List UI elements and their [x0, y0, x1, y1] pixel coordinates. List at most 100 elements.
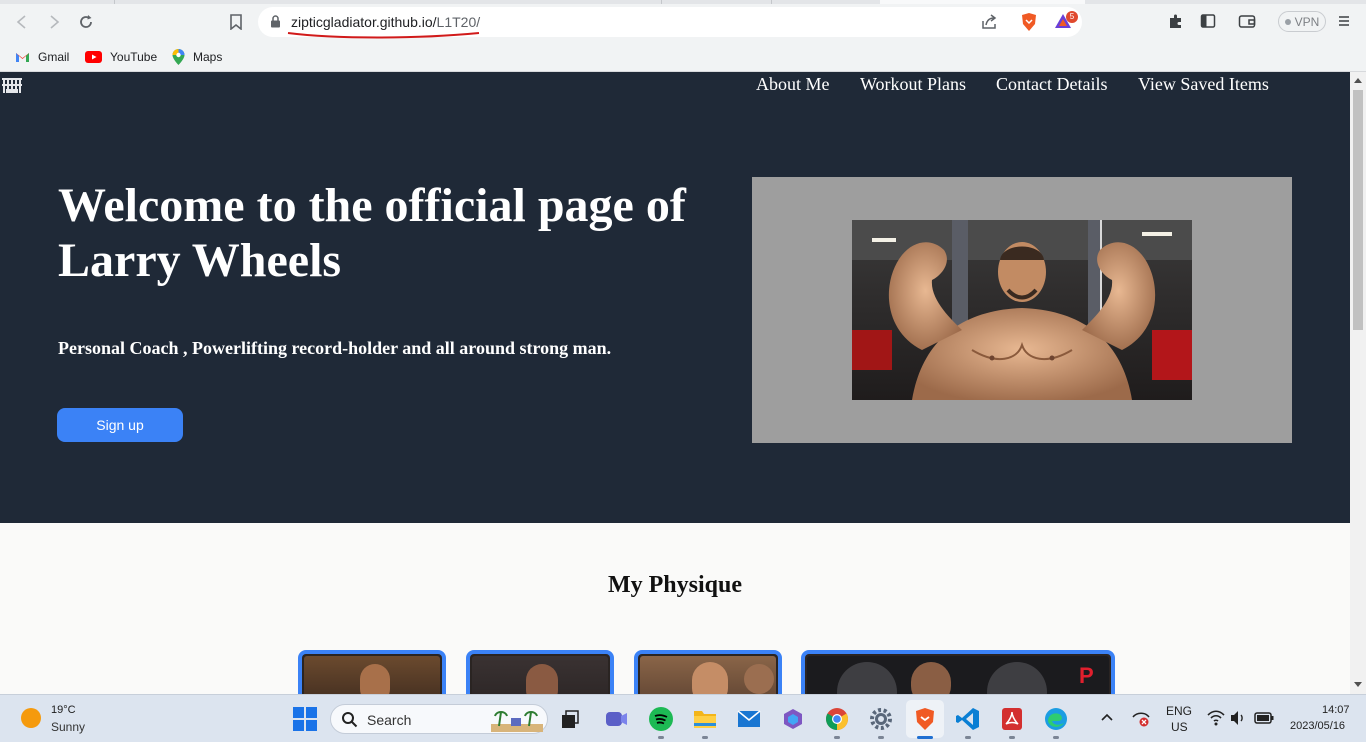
running-indicator	[702, 736, 708, 739]
physique-photo: P	[807, 656, 1109, 694]
network-error-icon[interactable]	[1131, 709, 1151, 727]
weather-condition[interactable]: Sunny	[51, 720, 85, 734]
brave-shields-icon[interactable]	[1020, 12, 1038, 32]
tab-separator	[114, 0, 115, 4]
page-scrollbar[interactable]	[1350, 72, 1366, 694]
address-bar[interactable]: zipticgladiator.github.io/L1T20/ 5	[258, 7, 1082, 39]
running-indicator	[1009, 736, 1015, 739]
forward-button[interactable]	[43, 11, 65, 33]
clock-time[interactable]: 14:07	[1322, 704, 1350, 716]
brave-icon	[916, 708, 934, 730]
task-view-button[interactable]	[557, 706, 583, 732]
bookmark-youtube[interactable]: YouTube	[85, 46, 157, 68]
physique-photo	[640, 656, 776, 694]
browser-toolbar: zipticgladiator.github.io/L1T20/ 5 VPN	[0, 0, 1366, 42]
chevron-up-icon[interactable]	[1100, 712, 1114, 722]
menu-button[interactable]	[1335, 12, 1353, 30]
back-button[interactable]	[11, 11, 33, 33]
vpn-status-dot	[1284, 18, 1291, 25]
hero-image-frame	[752, 177, 1292, 443]
share-icon[interactable]	[980, 13, 998, 31]
clock-date[interactable]: 2023/05/16	[1290, 720, 1345, 732]
physique-card[interactable]: P	[801, 650, 1115, 694]
reload-icon	[80, 15, 92, 28]
physique-card[interactable]	[466, 650, 614, 694]
nav-contact-details[interactable]: Contact Details	[996, 74, 1107, 95]
bodybuilder-photo	[852, 220, 1192, 400]
running-indicator	[965, 736, 971, 739]
chrome-app[interactable]	[824, 706, 850, 732]
youtube-icon	[85, 51, 102, 63]
mail-app[interactable]	[736, 706, 762, 732]
wallet-icon	[1238, 15, 1256, 28]
volume-icon[interactable]	[1230, 710, 1246, 726]
spotify-app[interactable]	[648, 706, 674, 732]
tab-separator	[771, 0, 772, 4]
teams-icon	[606, 712, 627, 726]
sign-up-button[interactable]: Sign up	[57, 408, 183, 442]
forward-icon	[50, 15, 60, 29]
settings-icon	[870, 708, 892, 730]
wallet-button[interactable]	[1238, 12, 1256, 30]
bookmark-gmail[interactable]: Gmail	[15, 46, 69, 68]
vpn-button[interactable]: VPN	[1278, 11, 1326, 32]
sidebar-button[interactable]	[1199, 12, 1217, 30]
page-viewport[interactable]: About Me Workout Plans Contact Details V…	[0, 72, 1350, 694]
vscode-app[interactable]	[955, 706, 981, 732]
weather-temperature[interactable]: 19°C	[51, 704, 76, 716]
bookmark-label: YouTube	[110, 50, 158, 64]
tab-strip[interactable]	[0, 0, 1366, 4]
url-text[interactable]: zipticgladiator.github.io/L1T20/	[291, 14, 480, 30]
p-logo-icon: P	[1079, 663, 1094, 688]
copilot-app[interactable]	[780, 706, 806, 732]
puzzle-icon	[1170, 14, 1181, 28]
reload-button[interactable]	[75, 11, 97, 33]
vscode-icon	[956, 708, 979, 730]
input-language[interactable]: ENG	[1166, 704, 1192, 718]
bookmark-label: Maps	[193, 50, 223, 64]
input-region[interactable]: US	[1171, 720, 1188, 734]
tab-separator	[661, 0, 662, 4]
extensions-button[interactable]	[1167, 12, 1185, 30]
edge-icon	[1045, 708, 1067, 730]
search-placeholder: Search	[367, 712, 412, 728]
url-path: L1T20/	[436, 14, 481, 30]
windows-start-icon[interactable]	[293, 707, 317, 731]
physique-card[interactable]	[634, 650, 782, 694]
file-explorer-app[interactable]	[692, 706, 718, 732]
brave-app[interactable]	[912, 706, 938, 732]
sun-icon[interactable]	[21, 708, 41, 728]
rewards-badge: 5	[1066, 11, 1078, 23]
teams-app[interactable]	[603, 706, 629, 732]
folder-icon	[694, 711, 716, 728]
lock-icon[interactable]	[270, 15, 281, 28]
active-tab[interactable]	[880, 0, 1085, 4]
nav-workout-plans[interactable]: Workout Plans	[860, 74, 966, 95]
acrobat-icon	[1002, 708, 1022, 730]
taskbar-search-box[interactable]: Search	[330, 704, 548, 734]
bookmark-button[interactable]	[225, 11, 247, 33]
search-highlight-icon	[491, 711, 543, 732]
back-icon	[16, 15, 26, 29]
nav-view-saved-items[interactable]: View Saved Items	[1138, 74, 1269, 95]
battery-icon[interactable]	[1254, 711, 1274, 725]
scroll-down-arrow-icon[interactable]	[1354, 682, 1362, 687]
scroll-thumb[interactable]	[1353, 90, 1363, 330]
running-indicator	[658, 736, 664, 739]
physique-photo	[304, 656, 440, 694]
acrobat-app[interactable]	[999, 706, 1025, 732]
vpn-label: VPN	[1294, 14, 1320, 29]
file-explorer-icon	[562, 710, 579, 728]
physique-card[interactable]	[298, 650, 446, 694]
settings-app[interactable]	[868, 706, 894, 732]
section-title: My Physique	[607, 572, 742, 598]
site-navigation: About Me Workout Plans Contact Details V…	[0, 74, 1350, 98]
wifi-icon[interactable]	[1207, 710, 1225, 726]
running-indicator	[834, 736, 840, 739]
edge-app[interactable]	[1043, 706, 1069, 732]
bookmark-maps[interactable]: Maps	[172, 46, 222, 68]
maps-icon	[172, 49, 185, 65]
red-underline-annotation	[287, 32, 480, 39]
nav-about-me[interactable]: About Me	[756, 74, 830, 95]
scroll-up-arrow-icon[interactable]	[1354, 78, 1362, 83]
